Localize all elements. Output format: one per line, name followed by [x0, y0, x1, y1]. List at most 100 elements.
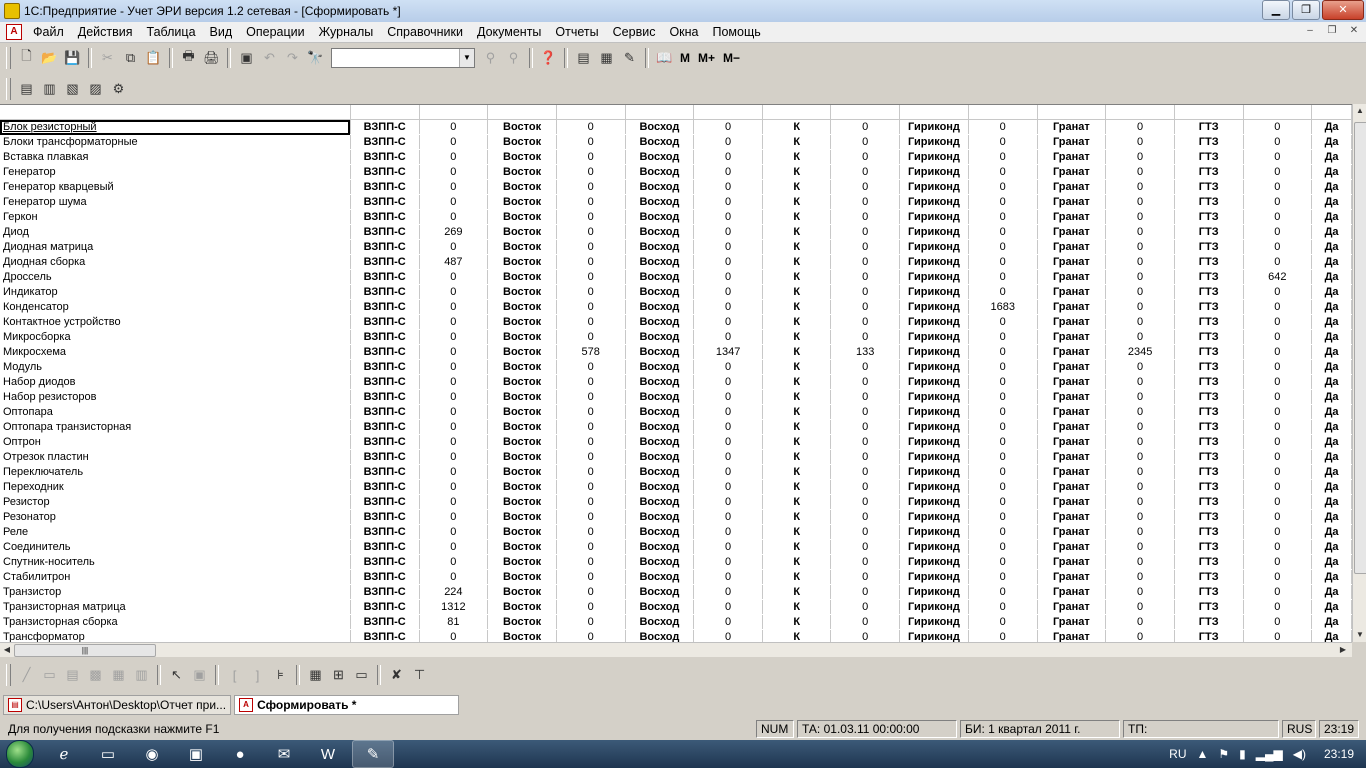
quantity-cell[interactable]: 0 — [419, 149, 489, 165]
journal-icon[interactable]: ▤ — [17, 79, 37, 99]
calendar-icon[interactable]: ▦ — [597, 48, 617, 68]
supplier-cell[interactable]: Восток — [487, 389, 557, 405]
quantity-cell[interactable]: 0 — [693, 524, 763, 540]
supplier-cell[interactable]: Гириконд — [899, 149, 969, 165]
floppy-icon[interactable]: ▣ — [176, 741, 216, 767]
quantity-cell[interactable]: 0 — [968, 134, 1038, 150]
freeze-panes-icon[interactable]: ⊤ — [410, 665, 430, 685]
item-name-cell[interactable]: Стабилитрон — [0, 569, 351, 585]
quantity-cell[interactable]: 0 — [830, 509, 901, 525]
quantity-cell[interactable]: 0 — [1243, 464, 1313, 480]
quantity-cell[interactable]: 0 — [556, 434, 626, 450]
quantity-cell[interactable]: 0 — [1105, 149, 1175, 165]
item-name-cell[interactable]: Индикатор — [0, 284, 351, 300]
quantity-cell[interactable]: 0 — [968, 494, 1038, 510]
supplier-cell[interactable]: Восток — [487, 419, 557, 435]
1c-app-icon[interactable]: ✎ — [352, 740, 394, 768]
quantity-cell[interactable]: 578 — [556, 344, 626, 360]
item-name-cell[interactable]: Спутник-носитель — [0, 554, 351, 570]
supplier-cell[interactable]: К — [762, 344, 832, 360]
quantity-cell[interactable]: 0 — [556, 164, 626, 180]
item-name-cell[interactable]: Оптопара — [0, 404, 351, 420]
supplier-cell[interactable]: К — [762, 434, 832, 450]
supplier-cell[interactable]: К — [762, 554, 832, 570]
supplier-cell[interactable]: Восход — [625, 179, 695, 195]
supplier-cell[interactable]: Да — [1311, 164, 1352, 180]
supplier-cell[interactable]: ВЗПП-С — [350, 224, 420, 240]
supplier-cell[interactable]: Восток — [487, 359, 557, 375]
quantity-cell[interactable]: 0 — [830, 194, 901, 210]
quantity-cell[interactable]: 0 — [556, 494, 626, 510]
supplier-cell[interactable]: Восток — [487, 479, 557, 495]
supplier-cell[interactable]: Восход — [625, 389, 695, 405]
supplier-cell[interactable]: Восход — [625, 494, 695, 510]
item-name-cell[interactable]: Дроссель — [0, 269, 351, 285]
tray-arrow-icon[interactable]: ▲ — [1197, 747, 1209, 761]
item-name-cell[interactable]: Диод — [0, 224, 351, 240]
supplier-cell[interactable]: ВЗПП-С — [350, 269, 420, 285]
quantity-cell[interactable]: 0 — [830, 164, 901, 180]
supplier-cell[interactable]: К — [762, 284, 832, 300]
supplier-cell[interactable]: ВЗПП-С — [350, 149, 420, 165]
firefox-icon[interactable]: ◉ — [132, 741, 172, 767]
supplier-cell[interactable]: Да — [1311, 269, 1352, 285]
quantity-cell[interactable]: 0 — [693, 209, 763, 225]
quantity-cell[interactable]: 0 — [830, 419, 901, 435]
supplier-cell[interactable]: ГТЗ — [1174, 329, 1244, 345]
scroll-down-icon[interactable]: ▼ — [1353, 628, 1366, 642]
quantity-cell[interactable]: 0 — [693, 149, 763, 165]
supplier-cell[interactable]: Гранат — [1037, 299, 1107, 315]
quantity-cell[interactable]: 0 — [693, 389, 763, 405]
quantity-cell[interactable]: 0 — [1105, 134, 1175, 150]
quantity-cell[interactable]: 0 — [419, 314, 489, 330]
maximize-button[interactable]: ❐ — [1292, 0, 1320, 20]
cut-icon[interactable]: ✂ — [98, 48, 118, 68]
supplier-cell[interactable]: Гириконд — [899, 569, 969, 585]
quantity-cell[interactable]: 0 — [556, 239, 626, 255]
header-cell[interactable] — [968, 105, 1038, 120]
supplier-cell[interactable]: ГТЗ — [1174, 209, 1244, 225]
supplier-cell[interactable]: Гириконд — [899, 254, 969, 270]
supplier-cell[interactable]: Восход — [625, 554, 695, 570]
quantity-cell[interactable]: 0 — [1243, 539, 1313, 555]
supplier-cell[interactable]: Гранат — [1037, 329, 1107, 345]
quantity-cell[interactable]: 0 — [556, 359, 626, 375]
quantity-cell[interactable]: 0 — [693, 434, 763, 450]
supplier-cell[interactable]: Восход — [625, 254, 695, 270]
quantity-cell[interactable]: 0 — [968, 209, 1038, 225]
supplier-cell[interactable]: К — [762, 389, 832, 405]
supplier-cell[interactable]: ВЗПП-С — [350, 284, 420, 300]
quantity-cell[interactable]: 0 — [1105, 164, 1175, 180]
quantity-cell[interactable]: 0 — [419, 194, 489, 210]
supplier-cell[interactable]: К — [762, 449, 832, 465]
quantity-cell[interactable]: 0 — [830, 374, 901, 390]
quantity-cell[interactable]: 0 — [830, 599, 901, 615]
supplier-cell[interactable]: К — [762, 209, 832, 225]
print-preview-icon[interactable]: 🖨 — [202, 48, 222, 68]
supplier-cell[interactable]: ГТЗ — [1174, 134, 1244, 150]
quantity-cell[interactable]: 0 — [556, 299, 626, 315]
quantity-cell[interactable]: 0 — [419, 299, 489, 315]
quantity-cell[interactable]: 0 — [419, 464, 489, 480]
supplier-cell[interactable]: Гириконд — [899, 629, 969, 643]
quantity-cell[interactable]: 0 — [1243, 599, 1313, 615]
supplier-cell[interactable]: Восток — [487, 569, 557, 585]
supplier-cell[interactable]: К — [762, 179, 832, 195]
item-name-cell[interactable]: Трансформатор — [0, 629, 351, 643]
transfer-icon[interactable]: ▨ — [86, 79, 106, 99]
supplier-cell[interactable]: Да — [1311, 254, 1352, 270]
menu-view[interactable]: Вид — [203, 25, 240, 39]
supplier-cell[interactable]: Гириконд — [899, 419, 969, 435]
menu-windows[interactable]: Окна — [662, 25, 705, 39]
supplier-cell[interactable]: Восход — [625, 359, 695, 375]
tab-file-report[interactable]: ▤ C:\Users\Антон\Desktop\Отчет при... — [3, 695, 232, 715]
quantity-cell[interactable]: 0 — [830, 224, 901, 240]
supplier-cell[interactable]: К — [762, 494, 832, 510]
quantity-cell[interactable]: 0 — [1243, 584, 1313, 600]
quantity-cell[interactable]: 0 — [693, 179, 763, 195]
menu-journals[interactable]: Журналы — [312, 25, 381, 39]
supplier-cell[interactable]: Восход — [625, 344, 695, 360]
quantity-cell[interactable]: 0 — [419, 539, 489, 555]
header-cell[interactable] — [899, 105, 969, 120]
supplier-cell[interactable]: Восток — [487, 179, 557, 195]
